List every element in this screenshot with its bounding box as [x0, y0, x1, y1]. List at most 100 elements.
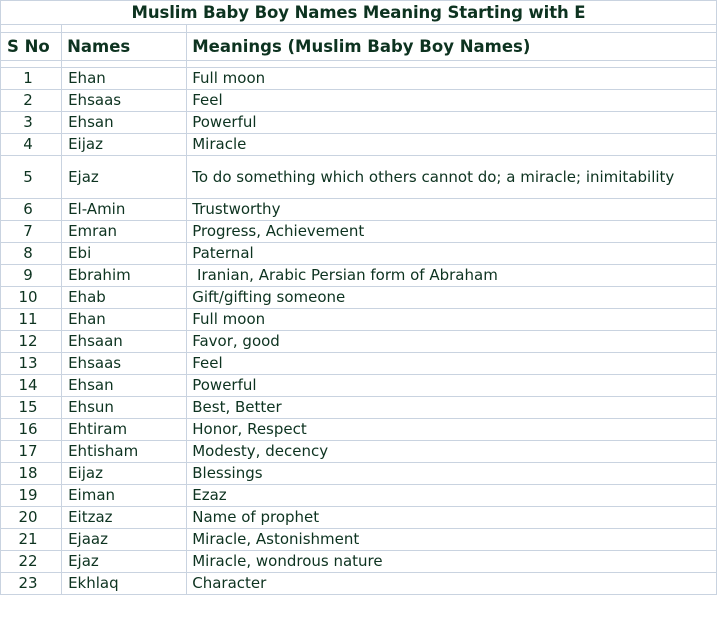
cell-meaning[interactable]: Miracle — [186, 133, 717, 156]
cell-name-value: Eijaz — [68, 464, 103, 482]
cell-sno[interactable]: 2 — [0, 89, 63, 112]
table-row[interactable]: 16 Ehtiram Honor, Respect — [0, 418, 717, 441]
cell-name[interactable]: Ehsan — [61, 374, 188, 397]
cell-meaning-value: Full moon — [192, 310, 266, 328]
cell-name-value: El-Amin — [68, 200, 126, 218]
cell-meaning[interactable]: Feel — [186, 352, 717, 375]
table-row[interactable]: 7 Emran Progress, Achievement — [0, 220, 717, 243]
table-row[interactable]: 18 Eijaz Blessings — [0, 462, 717, 485]
cell-name[interactable]: Ebrahim — [61, 264, 188, 287]
table-row[interactable]: 1 Ehan Full moon — [0, 67, 717, 90]
cell-sno[interactable]: 10 — [0, 286, 63, 309]
cell-name[interactable]: Eijaz — [61, 133, 188, 156]
cell-meaning[interactable]: Powerful — [186, 374, 717, 397]
cell-name[interactable]: Ehab — [61, 286, 188, 309]
cell-meaning[interactable]: Miracle, Astonishment — [186, 528, 717, 551]
cell-name[interactable]: Ejaaz — [61, 528, 188, 551]
cell-sno-value: 19 — [18, 486, 38, 504]
table-row[interactable]: 23 Ekhlaq Character — [0, 572, 717, 595]
cell-name[interactable]: Eiman — [61, 484, 188, 507]
cell-sno[interactable]: 21 — [0, 528, 63, 551]
cell-meaning[interactable]: Modesty, decency — [186, 440, 717, 463]
cell-meaning[interactable]: Full moon — [186, 67, 717, 90]
cell-name-value: Ehan — [68, 310, 106, 328]
cell-name[interactable]: Ehsaas — [61, 352, 188, 375]
table-row[interactable]: 15 Ehsun Best, Better — [0, 396, 717, 419]
table-row[interactable]: 19 Eiman Ezaz — [0, 484, 717, 507]
cell-meaning[interactable]: Honor, Respect — [186, 418, 717, 441]
table-row[interactable]: 3 Ehsan Powerful — [0, 111, 717, 134]
cell-meaning[interactable]: Name of prophet — [186, 506, 717, 529]
cell-meaning[interactable]: Iranian, Arabic Persian form of Abraham — [186, 264, 717, 287]
cell-sno[interactable]: 19 — [0, 484, 63, 507]
cell-meaning[interactable]: Feel — [186, 89, 717, 112]
table-row[interactable]: 17 Ehtisham Modesty, decency — [0, 440, 717, 463]
cell-name[interactable]: El-Amin — [61, 198, 188, 221]
cell-meaning[interactable]: Trustworthy — [186, 198, 717, 221]
table-row[interactable]: 12 Ehsaan Favor, good — [0, 330, 717, 353]
table-row[interactable]: 11 Ehan Full moon — [0, 308, 717, 331]
cell-meaning[interactable]: To do something which others cannot do; … — [186, 155, 717, 199]
table-row[interactable]: 8 Ebi Paternal — [0, 242, 717, 265]
table-row[interactable]: 2 Ehsaas Feel — [0, 89, 717, 112]
cell-sno[interactable]: 12 — [0, 330, 63, 353]
cell-name[interactable]: Ejaz — [61, 550, 188, 573]
table-row[interactable]: 14 Ehsan Powerful — [0, 374, 717, 397]
cell-name[interactable]: Eijaz — [61, 462, 188, 485]
cell-sno[interactable]: 13 — [0, 352, 63, 375]
table-row[interactable]: 4 Eijaz Miracle — [0, 133, 717, 156]
cell-name[interactable]: Ejaz — [61, 155, 188, 199]
cell-sno[interactable]: 6 — [0, 198, 63, 221]
cell-meaning[interactable]: Best, Better — [186, 396, 717, 419]
cell-name[interactable]: Ehan — [61, 308, 188, 331]
cell-name[interactable]: Ekhlaq — [61, 572, 188, 595]
cell-meaning[interactable]: Miracle, wondrous nature — [186, 550, 717, 573]
cell-sno[interactable]: 3 — [0, 111, 63, 134]
table-row[interactable]: 13 Ehsaas Feel — [0, 352, 717, 375]
cell-sno[interactable]: 7 — [0, 220, 63, 243]
cell-sno[interactable]: 17 — [0, 440, 63, 463]
cell-sno[interactable]: 11 — [0, 308, 63, 331]
cell-sno[interactable]: 1 — [0, 67, 63, 90]
cell-name[interactable]: Ebi — [61, 242, 188, 265]
cell-sno[interactable]: 4 — [0, 133, 63, 156]
table-row[interactable]: 9 Ebrahim Iranian, Arabic Persian form of… — [0, 264, 717, 287]
cell-meaning[interactable]: Progress, Achievement — [186, 220, 717, 243]
cell-sno[interactable]: 9 — [0, 264, 63, 287]
cell-meaning[interactable]: Full moon — [186, 308, 717, 331]
cell-name[interactable]: Ehsaan — [61, 330, 188, 353]
cell-meaning[interactable]: Blessings — [186, 462, 717, 485]
cell-name[interactable]: Ehtisham — [61, 440, 188, 463]
cell-name[interactable]: Eitzaz — [61, 506, 188, 529]
cell-name[interactable]: Emran — [61, 220, 188, 243]
cell-name[interactable]: Ehtiram — [61, 418, 188, 441]
cell-sno[interactable]: 16 — [0, 418, 63, 441]
table-row[interactable]: 10 Ehab Gift/gifting someone — [0, 286, 717, 309]
table-row[interactable]: 5 Ejaz To do something which others cannot… — [0, 155, 717, 199]
cell-sno[interactable]: 14 — [0, 374, 63, 397]
cell-meaning-value: Character — [192, 574, 267, 592]
table-row[interactable]: 21 Ejaaz Miracle, Astonishment — [0, 528, 717, 551]
cell-sno[interactable]: 23 — [0, 572, 63, 595]
page-title: Muslim Baby Boy Names Meaning Starting w… — [131, 3, 586, 22]
cell-meaning[interactable]: Favor, good — [186, 330, 717, 353]
table-row[interactable]: 6 El-Amin Trustworthy — [0, 198, 717, 221]
cell-sno[interactable]: 20 — [0, 506, 63, 529]
cell-sno[interactable]: 22 — [0, 550, 63, 573]
cell-name[interactable]: Ehsun — [61, 396, 188, 419]
cell-sno[interactable]: 8 — [0, 242, 63, 265]
cell-sno[interactable]: 5 — [0, 155, 63, 199]
cell-sno[interactable]: 18 — [0, 462, 63, 485]
cell-meaning[interactable]: Paternal — [186, 242, 717, 265]
cell-sno-value: 9 — [23, 266, 33, 284]
cell-meaning[interactable]: Gift/gifting someone — [186, 286, 717, 309]
cell-meaning[interactable]: Character — [186, 572, 717, 595]
table-row[interactable]: 20 Eitzaz Name of prophet — [0, 506, 717, 529]
cell-name[interactable]: Ehsan — [61, 111, 188, 134]
cell-meaning[interactable]: Powerful — [186, 111, 717, 134]
cell-meaning[interactable]: Ezaz — [186, 484, 717, 507]
table-row[interactable]: 22 Ejaz Miracle, wondrous nature — [0, 550, 717, 573]
cell-name[interactable]: Ehan — [61, 67, 188, 90]
cell-sno[interactable]: 15 — [0, 396, 63, 419]
cell-name[interactable]: Ehsaas — [61, 89, 188, 112]
